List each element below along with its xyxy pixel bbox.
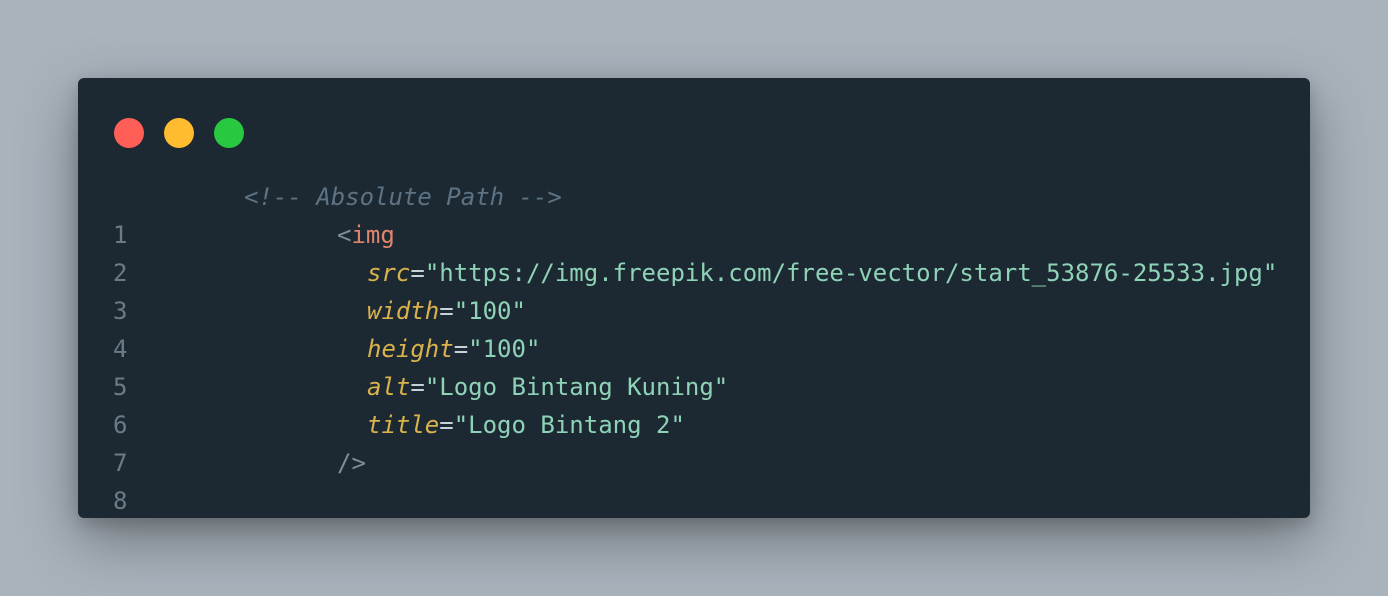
attribute-value: "https://img.freepik.com/free-vector/sta… [424, 259, 1278, 287]
code-line-1: 1 <!-- Absolute Path --> [78, 178, 1310, 249]
tag-name: img [351, 221, 395, 249]
attribute-title: title="Logo Bintang 2" [367, 406, 685, 444]
attribute-value: "100" [468, 335, 541, 363]
tag-self-close: /> [337, 449, 366, 477]
attribute-name: width [367, 297, 440, 325]
code-line-2: 2 <img [78, 216, 1310, 287]
code-line-3: 3 src="https://img.freepik.com/free-vect… [78, 254, 1310, 325]
attribute-src: src="https://img.freepik.com/free-vector… [367, 254, 1277, 292]
attribute-alt: alt="Logo Bintang Kuning" [367, 368, 728, 406]
attribute-equals: = [439, 411, 454, 439]
attribute-value: "Logo Bintang 2" [453, 411, 685, 439]
attribute-name: height [367, 335, 454, 363]
attribute-equals: = [410, 373, 425, 401]
minimize-window-dot[interactable] [164, 118, 194, 148]
attribute-equals: = [453, 335, 469, 363]
attribute-value: "100" [453, 297, 526, 325]
code-line-8: 8 /> [78, 444, 1310, 515]
tag-open-bracket: < [337, 221, 352, 249]
attribute-name: title [367, 411, 440, 439]
close-window-dot[interactable] [114, 118, 144, 148]
code-line-4: 4 width="100" [78, 292, 1310, 363]
attribute-width: width="100" [367, 292, 526, 330]
maximize-window-dot[interactable] [214, 118, 244, 148]
attribute-height: height="100" [367, 330, 540, 368]
code-line-7: 7 title="Logo Bintang 2" [78, 406, 1310, 477]
html-comment: <!-- Absolute Path --> [244, 183, 562, 211]
attribute-name: alt [367, 373, 411, 401]
attribute-equals: = [410, 259, 425, 287]
tag-open: <img [337, 216, 395, 254]
code-line-6: 6 alt="Logo Bintang Kuning" [78, 368, 1310, 439]
attribute-equals: = [439, 297, 454, 325]
code-block: 1 <!-- Absolute Path --> 2 <img 3 src="h… [78, 178, 1310, 515]
attribute-name: src [367, 259, 411, 287]
code-line-5: 5 height="100" [78, 330, 1310, 401]
attribute-value: "Logo Bintang Kuning" [424, 373, 729, 401]
line-number: 8 [113, 487, 128, 515]
code-window: 1 <!-- Absolute Path --> 2 <img 3 src="h… [78, 78, 1310, 518]
